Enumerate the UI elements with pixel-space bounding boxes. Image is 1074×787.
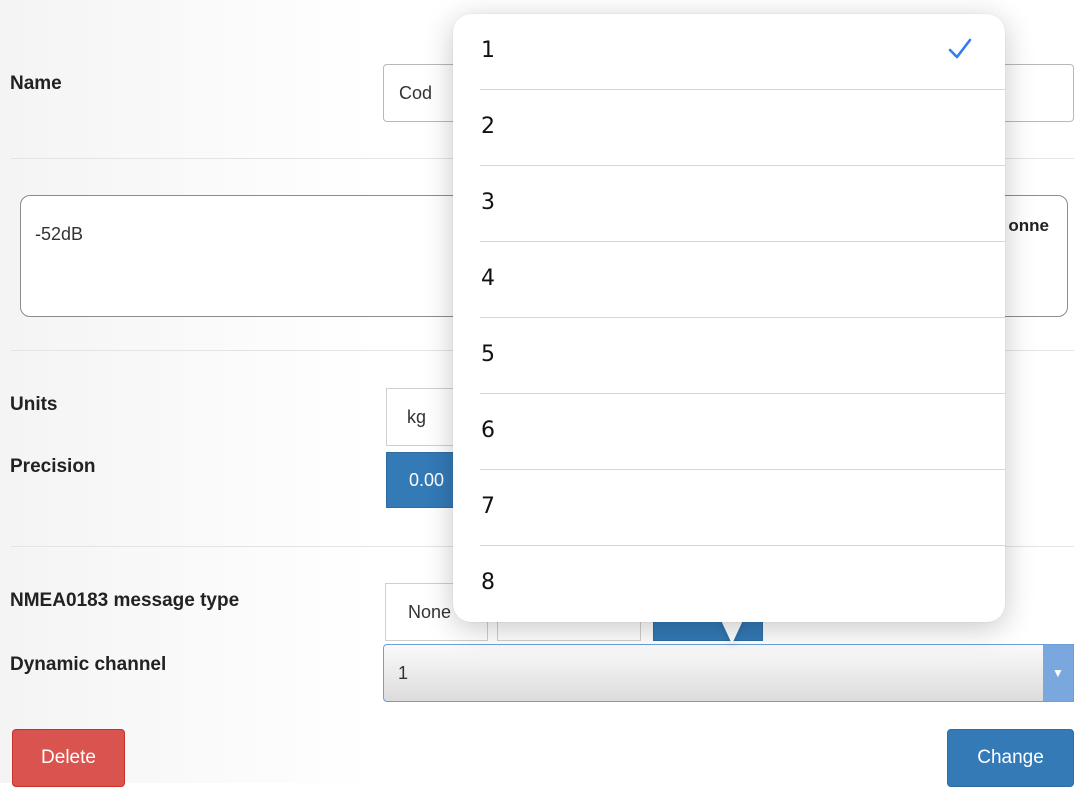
precision-selected-label: 0.00 bbox=[409, 469, 445, 490]
picker-option-label: 2 bbox=[481, 114, 495, 139]
picker-option-label: 6 bbox=[481, 418, 495, 443]
units-label: Units bbox=[10, 394, 58, 415]
picker-option[interactable]: 1 bbox=[453, 14, 1005, 90]
picker-option[interactable]: 2 bbox=[453, 90, 1005, 166]
picker-option[interactable]: 7 bbox=[453, 470, 1005, 546]
picker-option[interactable]: 6 bbox=[453, 394, 1005, 470]
channel-picker-popover: 1 2 3 4 5 6 7 8 bbox=[453, 14, 1005, 622]
picker-option[interactable]: 8 bbox=[453, 546, 1005, 622]
units-input-value: kg bbox=[407, 406, 427, 427]
picker-option[interactable]: 5 bbox=[453, 318, 1005, 394]
checkmark-icon bbox=[948, 38, 972, 59]
picker-option-label: 3 bbox=[481, 190, 495, 215]
name-label: Name bbox=[10, 73, 62, 94]
dynamic-channel-value: 1 bbox=[398, 662, 409, 683]
picker-option-label: 4 bbox=[481, 266, 495, 291]
picker-option-label: 5 bbox=[481, 342, 495, 367]
chevron-down-icon: ▼ bbox=[1043, 645, 1073, 701]
dynamic-channel-select[interactable]: 1 ▼ bbox=[383, 644, 1074, 702]
picker-option-label: 8 bbox=[481, 570, 495, 595]
picker-option[interactable]: 4 bbox=[453, 242, 1005, 318]
nmea-option-none-label: None bbox=[408, 601, 452, 622]
precision-label: Precision bbox=[10, 456, 96, 477]
dynamic-channel-label: Dynamic channel bbox=[10, 654, 167, 675]
name-input-value: Cod bbox=[399, 82, 433, 103]
picker-option-label: 1 bbox=[481, 38, 495, 63]
picker-option-label: 7 bbox=[481, 494, 495, 519]
textarea-value: -52dB bbox=[35, 224, 84, 244]
delete-button[interactable]: Delete bbox=[12, 729, 125, 787]
picker-option[interactable]: 3 bbox=[453, 166, 1005, 242]
change-button[interactable]: Change bbox=[947, 729, 1074, 787]
nmea-label: NMEA0183 message type bbox=[10, 590, 240, 611]
textarea-right-text: onne bbox=[1008, 216, 1049, 235]
